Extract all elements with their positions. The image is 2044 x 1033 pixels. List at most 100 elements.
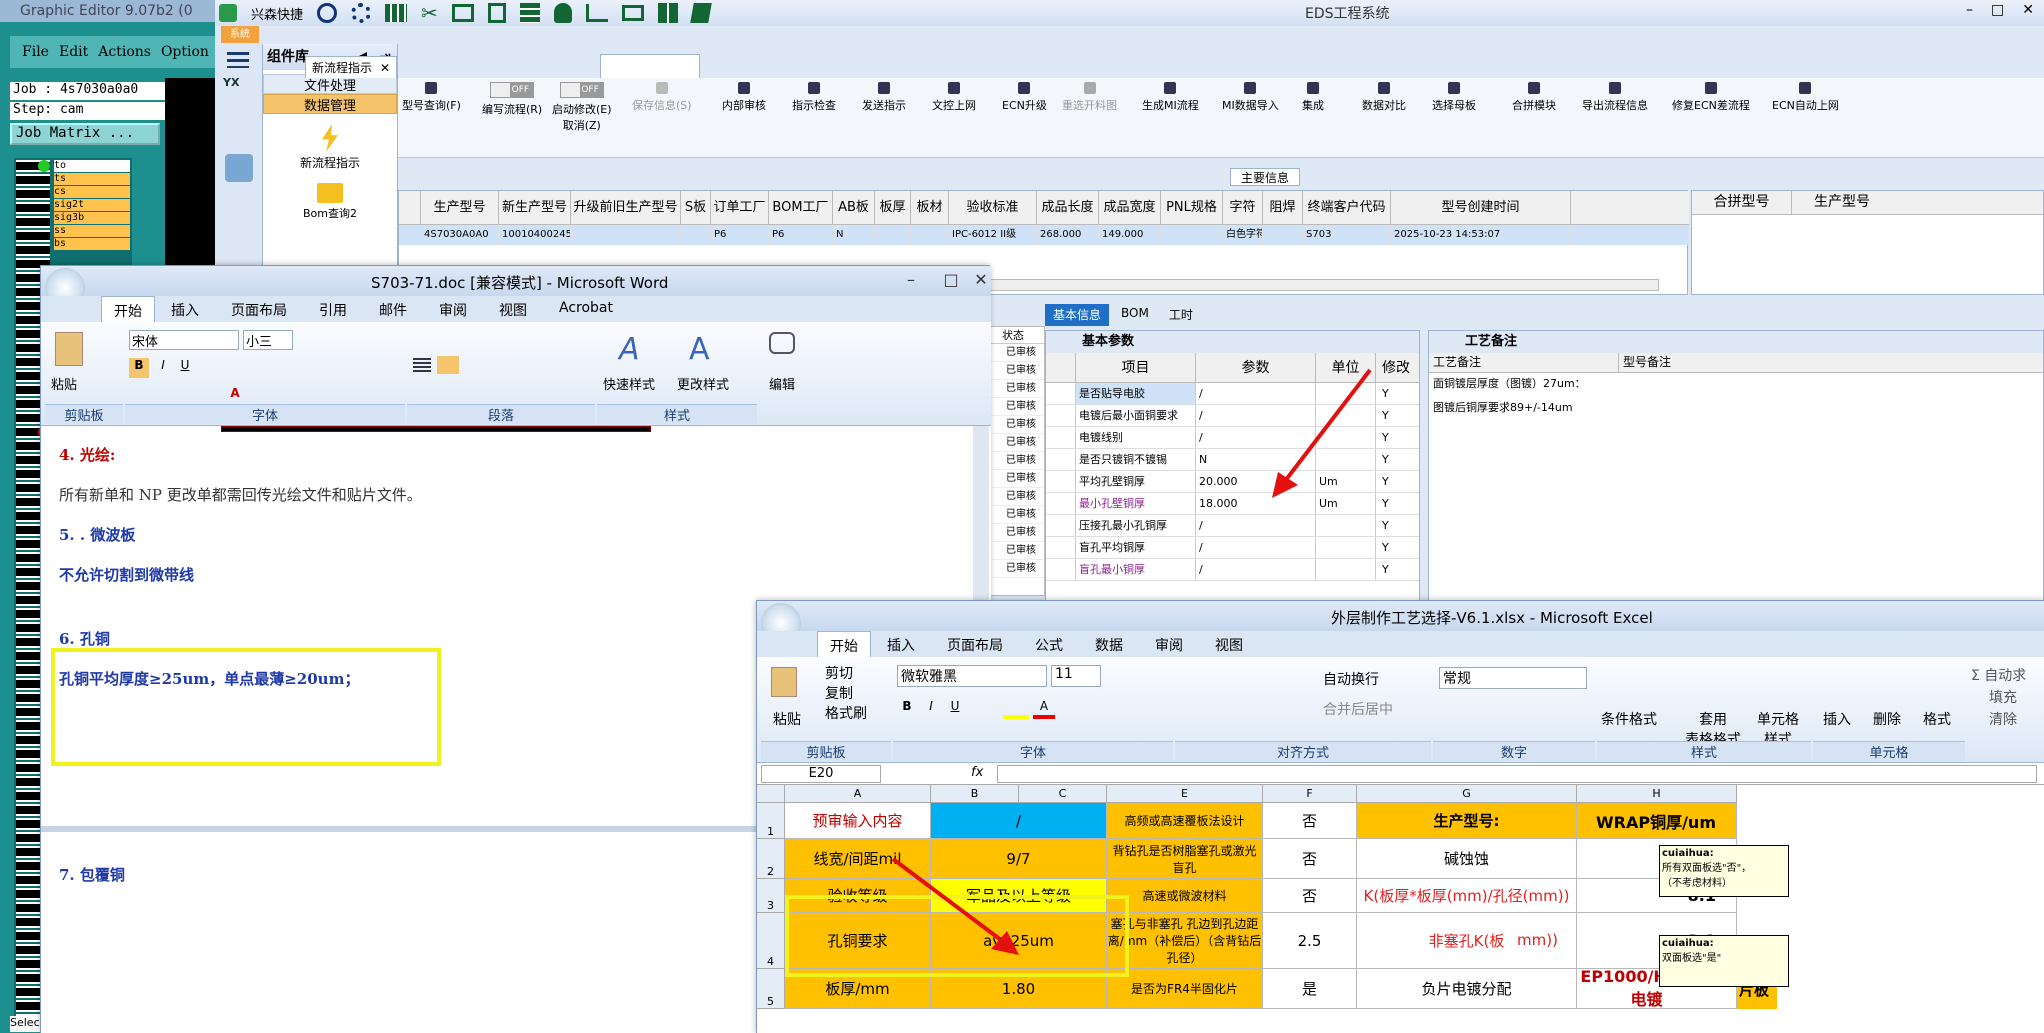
row-header[interactable]: 5: [757, 969, 785, 1009]
hamburger-menu-icon[interactable]: [227, 52, 249, 68]
row-header[interactable]: 4: [757, 913, 785, 969]
sheet-cell[interactable]: 预审输入内容: [785, 803, 931, 839]
toggle-switch[interactable]: OFF: [490, 82, 535, 98]
excel-tab-review[interactable]: 审阅: [1139, 631, 1199, 657]
film-icon[interactable]: [451, 4, 474, 22]
eds-minimize-button[interactable]: –: [1966, 2, 1973, 18]
sheet-cell[interactable]: 塞孔与非塞孔 孔边到孔边距离/mm（补偿后）（含背钻后孔径）: [1107, 913, 1263, 969]
toolbar-button[interactable]: 导出流程信息: [1582, 78, 1648, 113]
toolbar-button[interactable]: 保存信息(S): [632, 78, 692, 113]
sheet-cell[interactable]: /: [931, 803, 1107, 839]
word-paste-button[interactable]: 粘贴: [51, 374, 77, 393]
tab-basic-info[interactable]: 基本信息: [1045, 304, 1110, 326]
fill-button[interactable]: 填充: [1989, 687, 2017, 707]
scissors-icon[interactable]: ✂: [421, 1, 438, 25]
toolbar-button[interactable]: ECN自动上网: [1772, 78, 1839, 113]
excel-underline-button[interactable]: U: [945, 699, 965, 719]
toolbar-button[interactable]: 重选开料图: [1062, 78, 1117, 113]
eds-system-tab[interactable]: 系统: [221, 26, 259, 43]
toolbar-button[interactable]: ECN升级: [1002, 78, 1047, 113]
name-box[interactable]: E20: [761, 765, 881, 783]
toolbar-button[interactable]: MI数据导入: [1222, 78, 1279, 113]
eds-close-button[interactable]: ✕: [2022, 2, 2034, 18]
sheet-cell[interactable]: 高速或微波材料: [1107, 879, 1263, 913]
excel-tab-view[interactable]: 视图: [1199, 631, 1259, 657]
excel-italic-button[interactable]: I: [921, 699, 941, 719]
toolbar-button[interactable]: 型号查询(F): [402, 78, 461, 113]
param-value[interactable]: /: [1196, 559, 1316, 580]
ge-layer-row[interactable]: bs: [54, 238, 130, 250]
toolbar-button[interactable]: 指示检查: [792, 78, 836, 113]
doc-paragraph[interactable]: 5. . 微波板: [59, 524, 135, 545]
windows-icon[interactable]: [657, 3, 678, 23]
eds-yx-module-button[interactable]: YX: [223, 76, 255, 110]
font-name-select[interactable]: 宋体: [129, 330, 239, 350]
book-icon[interactable]: [690, 3, 712, 23]
column-header[interactable]: E: [1107, 785, 1263, 803]
excel-paste-icon[interactable]: [771, 667, 797, 697]
word-close-button[interactable]: ✕: [961, 266, 1001, 292]
toolbar-button[interactable]: 修复ECN差流程: [1672, 78, 1750, 113]
sheet-cell[interactable]: 2.5: [1263, 913, 1357, 969]
word-tab-mailings[interactable]: 邮件: [363, 296, 423, 322]
ge-job-matrix-button[interactable]: Job Matrix ...: [10, 123, 160, 145]
doc-paragraph[interactable]: 7. 包覆铜: [59, 864, 125, 885]
excel-tab-layout[interactable]: 页面布局: [931, 631, 1019, 657]
row-header[interactable]: 3: [757, 879, 785, 913]
italic-button[interactable]: I: [153, 358, 173, 378]
toolbar-button[interactable]: 选择母板: [1432, 78, 1476, 113]
param-row[interactable]: 盲孔平均铜厚 / Y: [1046, 537, 1419, 559]
sheet-cell[interactable]: 否: [1263, 839, 1357, 879]
ge-layer-row[interactable]: cs: [54, 186, 130, 198]
tab-bom[interactable]: BOM: [1113, 304, 1157, 326]
ge-layer-row[interactable]: ss: [54, 225, 130, 237]
underline-button[interactable]: U: [175, 358, 195, 378]
search-icon[interactable]: [317, 3, 338, 23]
paste-icon[interactable]: [55, 332, 83, 366]
bold-button[interactable]: B: [129, 358, 149, 378]
word-tab-insert[interactable]: 插入: [155, 296, 215, 322]
grid-col-header[interactable]: 板厚: [875, 191, 911, 225]
excel-fill-color-button[interactable]: [1003, 699, 1029, 719]
grid-col-header[interactable]: 阻焊: [1263, 191, 1303, 225]
word-tab-layout[interactable]: 页面布局: [215, 296, 303, 322]
edit-button[interactable]: 编辑: [769, 374, 795, 393]
grid-cell[interactable]: IPC-6012 II级: [949, 225, 1037, 245]
grid-col-header[interactable]: AB板: [833, 191, 875, 225]
sheet-corner[interactable]: [757, 785, 785, 803]
excel-copy-button[interactable]: 复制: [825, 683, 853, 703]
column-header[interactable]: C: [1019, 785, 1107, 803]
chart-icon[interactable]: [585, 4, 608, 22]
word-tab-view[interactable]: 视图: [483, 296, 543, 322]
excel-tab-formulas[interactable]: 公式: [1019, 631, 1079, 657]
column-header[interactable]: B: [931, 785, 1019, 803]
column-header[interactable]: A: [785, 785, 931, 803]
document-tab[interactable]: [600, 54, 700, 78]
grid-col-header[interactable]: 字符: [1223, 191, 1263, 225]
ge-layer-row[interactable]: sig3b: [54, 212, 130, 224]
panel-button-bom-query[interactable]: Bom查询2: [263, 205, 397, 221]
param-value[interactable]: /: [1196, 537, 1316, 558]
ge-menu-option[interactable]: Option: [161, 44, 209, 60]
excel-font-select[interactable]: 微软雅黑: [897, 665, 1047, 687]
font-color-button[interactable]: A: [225, 386, 245, 406]
grid-col-header[interactable]: 型号创建时间: [1391, 191, 1571, 225]
grid-cell[interactable]: [911, 225, 949, 245]
grid-col-header[interactable]: 成品长度: [1037, 191, 1099, 225]
grid-cell[interactable]: [571, 225, 681, 245]
excel-bold-button[interactable]: B: [897, 699, 917, 719]
autosum-button[interactable]: Σ 自动求: [1971, 665, 2026, 685]
quick-styles-button[interactable]: 快速样式: [603, 374, 655, 393]
formula-input[interactable]: [997, 765, 2037, 783]
sheet-cell[interactable]: K(板厚*板厚(mm)/孔径(mm)): [1357, 879, 1577, 913]
grid-cell[interactable]: [875, 225, 911, 245]
grid-cell[interactable]: [1161, 225, 1223, 245]
binoculars-icon[interactable]: [769, 332, 795, 354]
doc-paragraph[interactable]: 6. 孔铜: [59, 628, 110, 649]
excel-merge-button[interactable]: 合并后居中: [1323, 699, 1393, 719]
grid-cell[interactable]: 10010400245162: [499, 225, 571, 245]
align-left-button[interactable]: [413, 358, 431, 372]
calculator-icon[interactable]: [225, 154, 253, 182]
tab-work-hours[interactable]: 工时: [1161, 304, 1201, 326]
toolbar-button[interactable]: 合拼模块: [1512, 78, 1556, 113]
